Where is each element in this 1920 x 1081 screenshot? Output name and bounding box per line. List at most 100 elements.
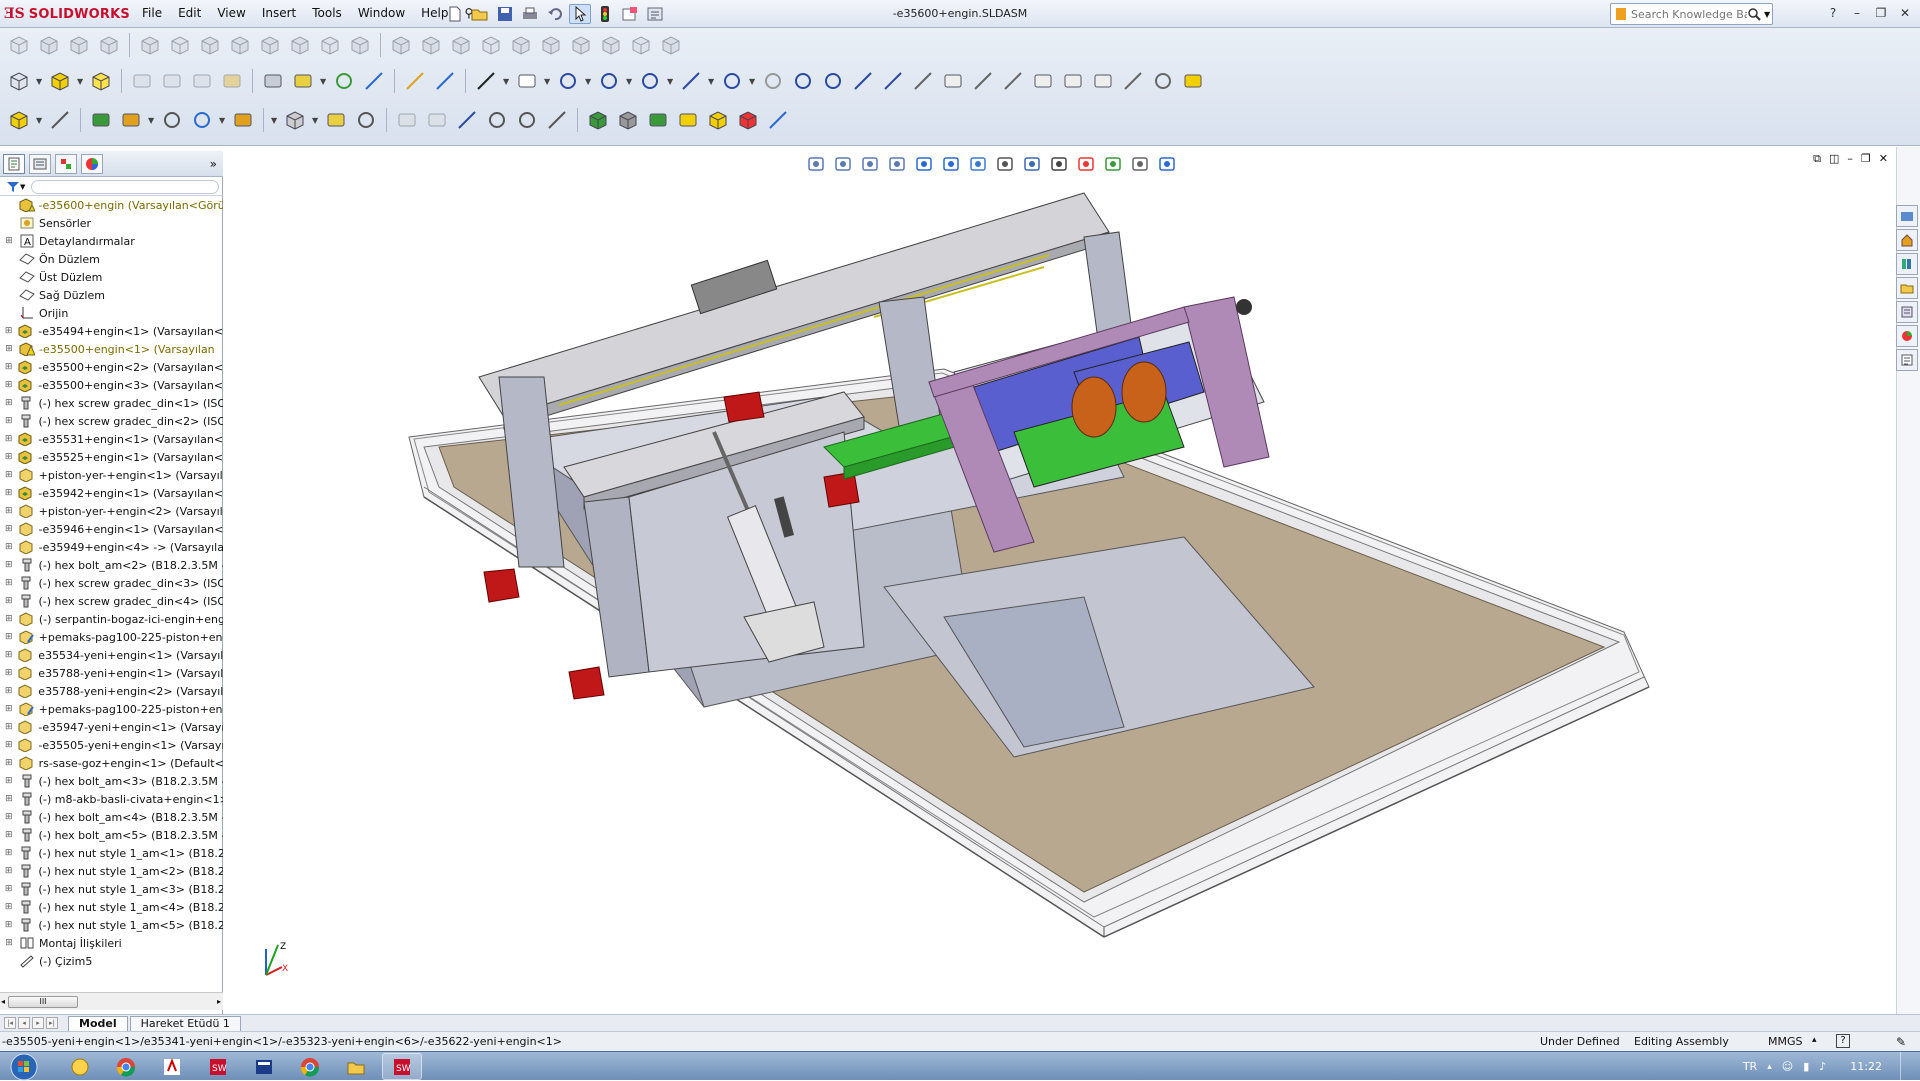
menu-window[interactable]: Window	[350, 5, 413, 21]
expand-toggle-icon[interactable]: ⊞	[4, 902, 13, 912]
tree-node[interactable]: ⊞ (-) hex screw gradec_din<2> (ISO -	[0, 412, 223, 430]
tree-node[interactable]: ⊞ e35534-yeni+engin<1> (Varsayılan	[0, 646, 223, 664]
tree-node[interactable]: Orijin	[0, 304, 223, 322]
rapid-sketch-icon[interactable]	[1180, 68, 1206, 94]
solidworks-logo[interactable]: ƎS SOLIDWORKS	[4, 4, 130, 24]
file-explorer-icon[interactable]	[1896, 277, 1918, 299]
bill-of-materials-icon[interactable]	[287, 32, 313, 58]
component-pattern-icon[interactable]	[118, 107, 144, 133]
text-icon[interactable]	[880, 68, 906, 94]
search-icon[interactable]	[1747, 7, 1761, 21]
save-icon[interactable]	[494, 4, 516, 24]
instant-3d-icon[interactable]	[705, 107, 731, 133]
tree-node[interactable]: ⊞ -e35942+engin<1> (Varsayılan<Gö	[0, 484, 223, 502]
expand-toggle-icon[interactable]: ⊞	[4, 740, 13, 750]
rebuild-icon[interactable]	[628, 32, 654, 58]
text-annotation-icon[interactable]	[454, 107, 480, 133]
tree-node[interactable]: ⊞ (-) hex nut style 1_am<3> (B18.2.4	[0, 880, 223, 898]
centerline-icon[interactable]	[850, 68, 876, 94]
close-window-button[interactable]: ✕	[1896, 4, 1914, 22]
smart-fasteners-icon[interactable]	[96, 32, 122, 58]
expand-toggle-icon[interactable]: ⊞	[4, 668, 13, 678]
cross-section-icon[interactable]	[585, 107, 611, 133]
new-motion-study-icon[interactable]	[257, 32, 283, 58]
clearance-verification-icon[interactable]	[418, 32, 444, 58]
expand-toggle-icon[interactable]: ⊞	[4, 362, 13, 372]
convert-entities-icon[interactable]	[940, 68, 966, 94]
scroll-thumb[interactable]: III	[8, 995, 78, 1008]
toolbar-dropdown-icon[interactable]: ▼	[36, 68, 43, 94]
menu-edit[interactable]: Edit	[170, 5, 209, 21]
tree-node[interactable]: Üst Düzlem	[0, 268, 223, 286]
move-entities-icon[interactable]	[1060, 68, 1086, 94]
view-palette-icon[interactable]	[1896, 301, 1918, 323]
check-icon[interactable]	[568, 32, 594, 58]
menu-file[interactable]: File	[134, 5, 170, 21]
expand-toggle-icon[interactable]: ⊞	[4, 812, 14, 822]
tab-configurationmanager[interactable]	[55, 153, 77, 174]
menu-view[interactable]: View	[209, 5, 253, 21]
tree-node[interactable]: ⊞ (-) hex screw gradec_din<4> (ISO -	[0, 592, 223, 610]
smart-dimension-icon[interactable]	[432, 68, 458, 94]
taskbar-media-player[interactable]	[244, 1053, 284, 1080]
units-dropdown-icon[interactable]: ▴	[1812, 1035, 1817, 1045]
new-part-icon[interactable]	[6, 68, 32, 94]
move-component-icon[interactable]	[189, 107, 215, 133]
interference-detection-icon[interactable]	[388, 32, 414, 58]
expand-toggle-icon[interactable]: ⊞	[4, 542, 14, 552]
tree-node[interactable]: ⊞ -e35946+engin<1> (Varsayılan<<	[0, 520, 223, 538]
last-tab-icon[interactable]: ▸|	[46, 1017, 58, 1029]
tree-node[interactable]: ⊞ -e35531+engin<1> (Varsayılan<Gö	[0, 430, 223, 448]
move-component-icon[interactable]	[137, 32, 163, 58]
tree-node[interactable]: ⊞ -e35494+engin<1> (Varsayılan<Gö	[0, 322, 223, 340]
design-library-icon[interactable]	[1896, 253, 1918, 275]
measure-icon[interactable]	[514, 107, 540, 133]
expand-toggle-icon[interactable]: ⊞	[4, 344, 14, 354]
hide-show-icon[interactable]	[167, 32, 193, 58]
edit-component-icon[interactable]	[6, 107, 32, 133]
cut-icon[interactable]	[159, 68, 185, 94]
tree-node[interactable]: ⊞ -e35949+engin<4> -> (Varsayılan	[0, 538, 223, 556]
select-arrow-icon[interactable]	[569, 4, 591, 24]
messenger-tray-icon[interactable]: ☺	[1782, 1060, 1793, 1073]
fillet-icon[interactable]	[658, 32, 684, 58]
toolbar-dropdown-icon[interactable]: ▼	[312, 107, 319, 133]
bill-of-materials-icon[interactable]	[394, 107, 420, 133]
tree-node[interactable]: ⊞ A Detaylandırmalar	[0, 232, 223, 250]
explode-line-sketch-icon[interactable]	[347, 32, 373, 58]
tree-node[interactable]: ⊞ e35788-yeni+engin<2> (Varsayılan	[0, 682, 223, 700]
expand-toggle-icon[interactable]: ⊞	[4, 236, 14, 246]
filter-dropdown-icon[interactable]: ▼	[20, 183, 25, 191]
menu-tools[interactable]: Tools	[304, 5, 350, 21]
tree-node[interactable]: ⊞ +piston-yer-+engin<1> (Varsayıla	[0, 466, 223, 484]
sketch-icon[interactable]	[402, 68, 428, 94]
expand-toggle-icon[interactable]: ⊞	[4, 578, 13, 588]
filter-icon[interactable]	[6, 181, 20, 193]
revolve-icon[interactable]	[189, 68, 215, 94]
tab-featuremanager[interactable]	[3, 153, 25, 174]
assembly-features-icon[interactable]	[197, 32, 223, 58]
tree-node[interactable]: -e35600+engin (Varsayılan<Görün	[0, 196, 223, 214]
toolbar-dropdown-icon[interactable]: ▼	[708, 68, 715, 94]
slot-icon[interactable]	[555, 68, 581, 94]
instant3d-icon[interactable]	[598, 32, 624, 58]
new-document-icon[interactable]	[444, 4, 466, 24]
curves-icon[interactable]	[331, 68, 357, 94]
expand-toggle-icon[interactable]: ⊞	[4, 614, 14, 624]
toolbar-dropdown-icon[interactable]: ▼	[219, 107, 226, 133]
taskbar-messenger[interactable]	[60, 1053, 100, 1080]
scroll-left-icon[interactable]: ◂	[1, 997, 5, 1006]
toolbar-dropdown-icon[interactable]: ▼	[585, 68, 592, 94]
interference-detection-icon[interactable]	[484, 107, 510, 133]
expand-toggle-icon[interactable]: ⊞	[4, 704, 14, 714]
offset-icon[interactable]	[970, 68, 996, 94]
tree-node[interactable]: ⊞ +pemaks-pag100-225-piston+eng	[0, 628, 223, 646]
network-icon[interactable]: ▮	[1803, 1060, 1809, 1073]
section-properties-icon[interactable]	[538, 32, 564, 58]
tree-node[interactable]: ⊞ -e35500+engin<2> (Varsayılan<Gö	[0, 358, 223, 376]
home-icon[interactable]	[1896, 229, 1918, 251]
clock[interactable]: 11:22	[1850, 1060, 1882, 1073]
point-icon[interactable]	[820, 68, 846, 94]
tree-node[interactable]: ⊞ (-) hex screw gradec_din<1> (ISO -	[0, 394, 223, 412]
tab-model[interactable]: Model	[68, 1015, 128, 1031]
